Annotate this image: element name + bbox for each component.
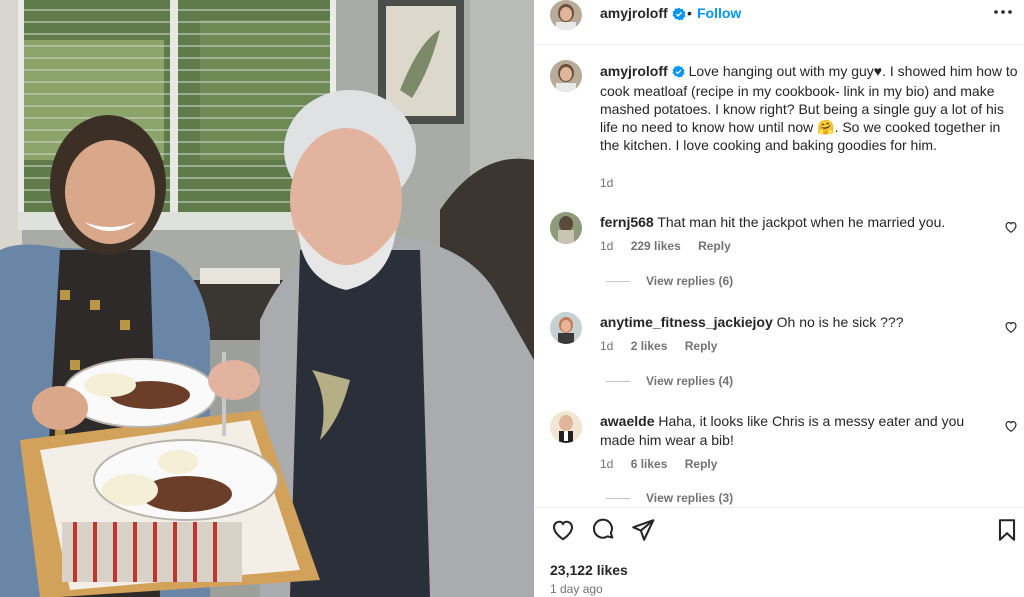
actions-divider [534, 507, 1024, 508]
post-detail-panel: amyjroloff • Follow amyjroloff Love hang… [534, 0, 1024, 597]
reply-button[interactable]: Reply [698, 239, 731, 253]
share-icon[interactable] [630, 517, 656, 543]
commenter-avatar[interactable] [550, 411, 582, 443]
view-replies-button[interactable]: View replies (4) [606, 374, 733, 388]
comment-like-heart-icon[interactable] [1004, 220, 1018, 234]
comment-text-block: fernj568 That man hit the jackpot when h… [600, 213, 980, 232]
post-header: amyjroloff • Follow [534, 0, 1024, 30]
comment-icon[interactable] [590, 517, 616, 543]
comment-meta: 1d 2 likes Reply [600, 339, 731, 353]
comment-timestamp[interactable]: 1d [600, 239, 613, 253]
comment-username[interactable]: awaelde [600, 413, 654, 429]
more-options-icon[interactable] [992, 4, 1014, 20]
verified-badge-icon [672, 7, 686, 26]
comment-like-heart-icon[interactable] [1004, 419, 1018, 433]
caption-text-block: amyjroloff Love hanging out with my guy♥… [600, 62, 1020, 154]
comment-meta: 1d 229 likes Reply [600, 239, 745, 253]
author-username[interactable]: amyjroloff [600, 5, 668, 21]
heart-icon[interactable] [550, 517, 576, 543]
comment-text: Haha, it looks like Chris is a messy eat… [600, 413, 965, 448]
commenter-avatar[interactable] [550, 312, 582, 344]
comment-username[interactable]: anytime_fitness_jackiejoy [600, 314, 773, 330]
comment-text-block: anytime_fitness_jackiejoy Oh no is he si… [600, 313, 980, 332]
post-action-bar [534, 513, 1024, 551]
post-timestamp: 1 day ago [550, 582, 603, 596]
view-replies-button[interactable]: View replies (6) [606, 274, 733, 288]
follow-button[interactable]: Follow [697, 5, 741, 21]
verified-badge-icon [672, 64, 685, 82]
reply-button[interactable]: Reply [685, 339, 718, 353]
comment-likes[interactable]: 6 likes [631, 457, 668, 471]
post-photo[interactable] [0, 0, 534, 597]
comment-meta: 1d 6 likes Reply [600, 457, 731, 471]
comment-text: Oh no is he sick ??? [776, 314, 904, 330]
commenter-avatar[interactable] [550, 212, 582, 244]
caption-avatar[interactable] [550, 60, 582, 92]
view-replies-button[interactable]: View replies (3) [606, 491, 733, 505]
bookmark-icon[interactable] [994, 517, 1020, 543]
comment-text: That man hit the jackpot when he married… [657, 214, 946, 230]
separator-dot: • [687, 5, 692, 21]
comment-username[interactable]: fernj568 [600, 214, 654, 230]
comment-timestamp[interactable]: 1d [600, 339, 613, 353]
comment-like-heart-icon[interactable] [1004, 320, 1018, 334]
comment-likes[interactable]: 229 likes [631, 239, 681, 253]
author-avatar[interactable] [550, 0, 582, 30]
reply-button[interactable]: Reply [685, 457, 718, 471]
like-count[interactable]: 23,122 likes [550, 562, 628, 578]
caption-username[interactable]: amyjroloff [600, 63, 668, 79]
comment-likes[interactable]: 2 likes [631, 339, 668, 353]
caption-timestamp[interactable]: 1d [600, 176, 613, 190]
header-divider [534, 44, 1024, 45]
comment-timestamp[interactable]: 1d [600, 457, 613, 471]
comment-text-block: awaelde Haha, it looks like Chris is a m… [600, 412, 980, 450]
